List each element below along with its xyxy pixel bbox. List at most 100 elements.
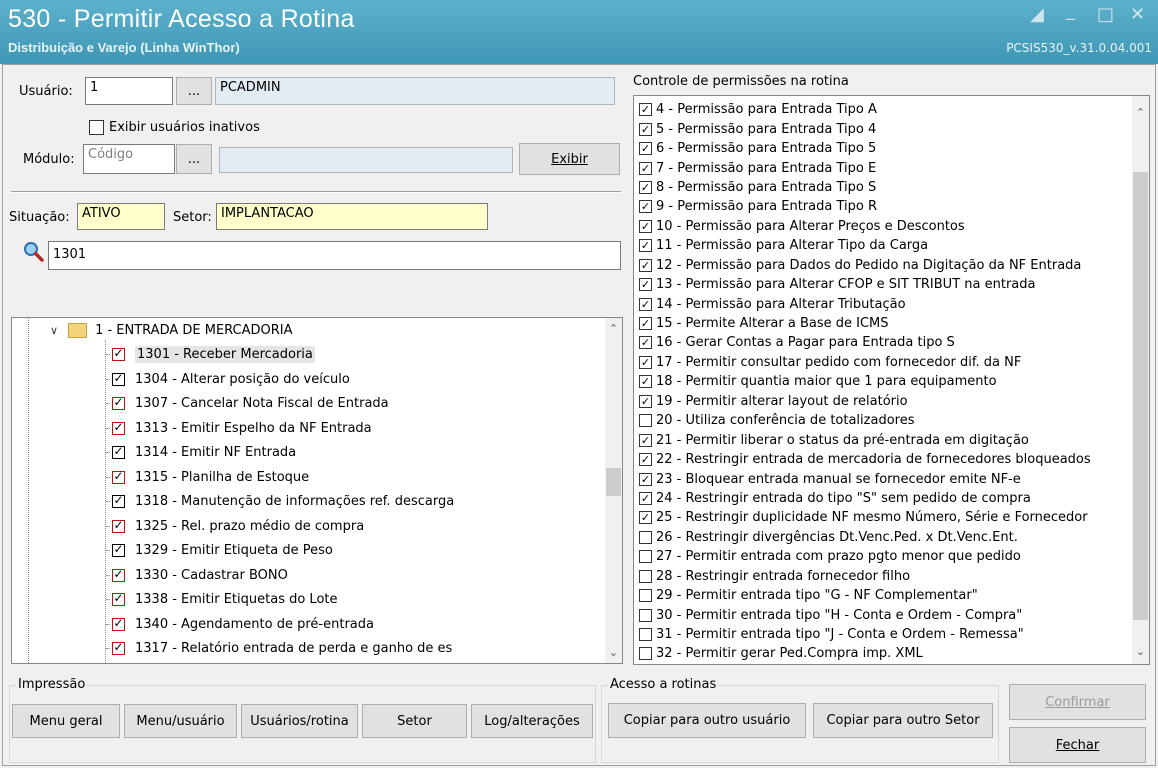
permission-checkbox[interactable] [639, 628, 652, 642]
tree-item-checkbox[interactable] [112, 617, 125, 631]
tree-item-checkbox[interactable] [112, 421, 125, 435]
tree-item[interactable]: 1301 - Receber Mercadoria [106, 343, 315, 368]
permission-checkbox[interactable] [639, 317, 652, 331]
permission-checkbox[interactable] [639, 297, 652, 311]
permission-item[interactable]: 25 - Restringir duplicidade NF mesmo Núm… [636, 508, 1126, 527]
permission-item[interactable]: 27 - Permitir entrada com prazo pgto men… [636, 547, 1126, 566]
tree-item[interactable]: 1304 - Alterar posição do veículo [106, 367, 350, 392]
scroll-thumb[interactable] [606, 468, 621, 496]
tree-item[interactable]: 1340 - Agendamento de pré-entrada [106, 612, 374, 637]
tree-item[interactable]: 1338 - Emitir Etiquetas do Lote [106, 588, 338, 613]
permission-item[interactable]: 32 - Permitir gerar Ped.Compra imp. XML [636, 644, 1126, 663]
tree-item-checkbox[interactable] [112, 347, 125, 362]
confirmar-button[interactable]: Confirmar [1009, 684, 1146, 720]
permission-item[interactable]: 8 - Permissão para Entrada Tipo S [636, 178, 1126, 197]
scroll-up-icon[interactable]: ⌃ [605, 320, 622, 337]
permission-item[interactable]: 20 - Utiliza conferência de totalizadore… [636, 411, 1126, 430]
permission-checkbox[interactable] [639, 142, 652, 156]
tree-item-checkbox[interactable] [112, 519, 125, 533]
scroll-down-icon[interactable]: ⌄ [605, 644, 622, 661]
permission-item[interactable]: 31 - Permitir entrada tipo "J - Conta e … [636, 625, 1126, 644]
tree-item[interactable]: 1315 - Planilha de Estoque [106, 465, 309, 490]
permission-item[interactable]: 22 - Restringir entrada de mercadoria de… [636, 450, 1126, 469]
permission-checkbox[interactable] [639, 550, 652, 564]
tree-item-checkbox[interactable] [112, 641, 125, 656]
tree-item-checkbox[interactable] [112, 470, 125, 484]
permission-item[interactable]: 10 - Permissão para Alterar Preços e Des… [636, 217, 1126, 236]
permission-checkbox[interactable] [639, 433, 652, 447]
permission-checkbox[interactable] [639, 414, 652, 428]
permission-checkbox[interactable] [639, 569, 652, 583]
permission-item[interactable]: 16 - Gerar Contas a Pagar para Entrada t… [636, 333, 1126, 352]
tree-item[interactable]: 1325 - Rel. prazo médio de compra [106, 514, 364, 539]
permission-checkbox[interactable] [639, 530, 652, 544]
permission-checkbox[interactable] [639, 278, 652, 292]
tree-item-checkbox[interactable] [112, 445, 125, 460]
inativos-checkbox[interactable]: Exibir usuários inativos [89, 120, 260, 135]
routine-tree[interactable]: ∨ 1 - ENTRADA DE MERCADORIA 1301 - Receb… [11, 317, 623, 664]
scroll-thumb[interactable] [1133, 172, 1148, 620]
scroll-down-icon[interactable]: ⌄ [1132, 643, 1149, 660]
permission-item[interactable]: 4 - Permissão para Entrada Tipo A [636, 100, 1126, 119]
permission-item[interactable]: 30 - Permitir entrada tipo "H - Conta e … [636, 605, 1126, 624]
permission-checkbox[interactable] [639, 589, 652, 603]
permission-checkbox[interactable] [639, 122, 652, 136]
permission-checkbox[interactable] [639, 103, 652, 117]
permission-item[interactable]: 5 - Permissão para Entrada Tipo 4 [636, 119, 1126, 138]
permission-item[interactable]: 7 - Permissão para Entrada Tipo E [636, 158, 1126, 177]
tree-item[interactable]: 1313 - Emitir Espelho da NF Entrada [106, 416, 372, 441]
permission-item[interactable]: 18 - Permitir quantia maior que 1 para e… [636, 372, 1126, 391]
modulo-code-input[interactable]: Código [83, 144, 175, 174]
tree-item[interactable]: 1314 - Emitir NF Entrada [106, 441, 296, 466]
permission-item[interactable]: 29 - Permitir entrada tipo "G - NF Compl… [636, 586, 1126, 605]
tree-item-checkbox[interactable] [112, 592, 125, 607]
permission-item[interactable]: 11 - Permissão para Alterar Tipo da Carg… [636, 236, 1126, 255]
tree-item[interactable]: 1330 - Cadastrar BONO [106, 563, 288, 588]
permission-checkbox[interactable] [639, 336, 652, 350]
tree-item[interactable]: 1329 - Emitir Etiqueta de Peso [106, 539, 333, 564]
fechar-button[interactable]: Fechar [1009, 727, 1146, 763]
permission-checkbox[interactable] [639, 355, 652, 369]
permission-item[interactable]: 26 - Restringir divergências Dt.Venc.Ped… [636, 528, 1126, 547]
modulo-browse-button[interactable]: ... [176, 144, 212, 174]
permission-checkbox[interactable] [639, 219, 652, 233]
permission-checkbox[interactable] [639, 239, 652, 253]
scroll-up-icon[interactable]: ⌃ [1132, 104, 1149, 121]
permission-checkbox[interactable] [639, 258, 652, 272]
permission-checkbox[interactable] [639, 161, 652, 175]
tree-root-node[interactable]: ∨ 1 - ENTRADA DE MERCADORIA [50, 318, 293, 343]
search-input[interactable]: 1301 [48, 241, 621, 270]
copiar-usuario-button[interactable]: Copiar para outro usuário [608, 703, 806, 738]
close-icon[interactable]: ✕ [1130, 4, 1145, 25]
tree-item[interactable]: 1307 - Cancelar Nota Fiscal de Entrada [106, 392, 389, 417]
permission-item[interactable]: 28 - Restringir entrada fornecedor filho [636, 567, 1126, 586]
copiar-setor-button[interactable]: Copiar para outro Setor [813, 703, 993, 738]
permission-item[interactable]: 12 - Permissão para Dados do Pedido na D… [636, 256, 1126, 275]
permissions-list[interactable]: 4 - Permissão para Entrada Tipo A 5 - Per… [633, 95, 1150, 665]
setor-button[interactable]: Setor [362, 704, 467, 738]
maximize-icon[interactable]: □ [1097, 4, 1114, 25]
permission-item[interactable]: 15 - Permite Alterar a Base de ICMS [636, 314, 1126, 333]
permission-checkbox[interactable] [639, 453, 652, 467]
menu-usuario-button[interactable]: Menu/usuário [124, 704, 237, 738]
permission-checkbox[interactable] [639, 472, 652, 486]
permission-checkbox[interactable] [639, 608, 652, 622]
tree-scrollbar[interactable]: ⌃ ⌄ [605, 318, 622, 663]
menu-geral-button[interactable]: Menu geral [12, 704, 120, 738]
tree-item-checkbox[interactable] [112, 396, 125, 411]
tree-item[interactable]: 1317 - Relatório entrada de perda e ganh… [106, 637, 452, 662]
permission-checkbox[interactable] [639, 375, 652, 389]
permission-item[interactable]: 23 - Bloquear entrada manual se forneced… [636, 469, 1126, 488]
permission-item[interactable]: 13 - Permissão para Alterar CFOP e SIT T… [636, 275, 1126, 294]
permission-checkbox[interactable] [639, 394, 652, 408]
log-alteracoes-button[interactable]: Log/alterações [471, 704, 593, 738]
chevron-down-icon[interactable]: ∨ [50, 324, 58, 337]
tree-item-checkbox[interactable] [112, 543, 125, 558]
permissions-scrollbar[interactable]: ⌃ ⌄ [1132, 96, 1149, 664]
permission-item[interactable]: 17 - Permitir consultar pedido com forne… [636, 353, 1126, 372]
tree-item-checkbox[interactable] [112, 568, 125, 582]
tree-item[interactable]: 1318 - Manutenção de informações ref. de… [106, 490, 454, 515]
permission-checkbox[interactable] [639, 511, 652, 525]
minimize-icon[interactable]: _ [1066, 0, 1075, 21]
usuarios-rotina-button[interactable]: Usuários/rotina [241, 704, 358, 738]
